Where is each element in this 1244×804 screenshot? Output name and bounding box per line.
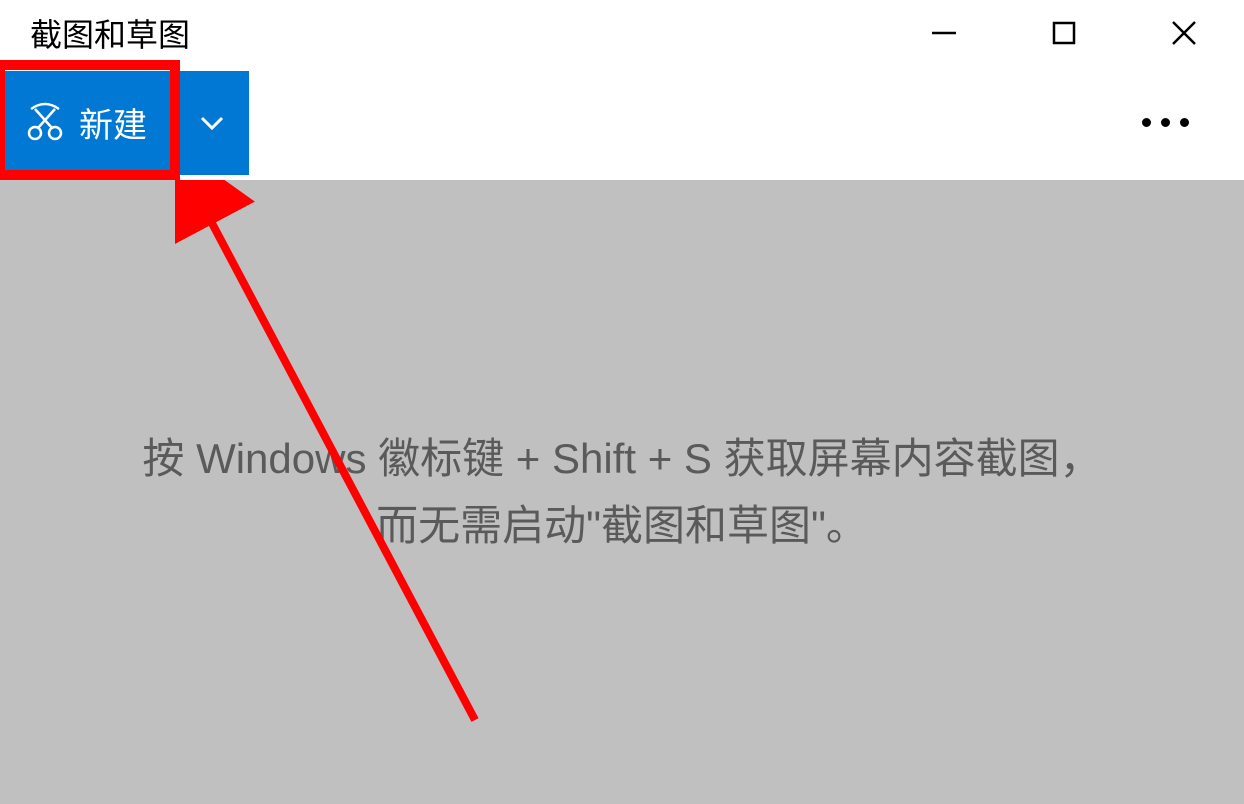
hint-line-1: 按 Windows 徽标键 + Shift + S 获取屏幕内容截图， — [142, 425, 1101, 492]
new-dropdown-button[interactable] — [174, 71, 249, 175]
window-controls — [884, 0, 1244, 65]
toolbar: 新建 — [0, 65, 1244, 180]
close-icon — [1168, 17, 1200, 49]
maximize-icon — [1048, 17, 1080, 49]
hint-line-2: 而无需启动"截图和草图"。 — [142, 492, 1101, 559]
scissors-icon — [23, 101, 67, 145]
hint-text: 按 Windows 徽标键 + Shift + S 获取屏幕内容截图， 而无需启… — [82, 425, 1161, 559]
more-dot-icon — [1161, 118, 1170, 127]
minimize-icon — [928, 17, 960, 49]
new-button[interactable]: 新建 — [0, 71, 170, 175]
maximize-button[interactable] — [1004, 0, 1124, 65]
chevron-down-icon — [194, 105, 230, 141]
content-area: 按 Windows 徽标键 + Shift + S 获取屏幕内容截图， 而无需启… — [0, 180, 1244, 804]
new-button-label: 新建 — [79, 98, 147, 147]
more-button[interactable] — [1127, 103, 1204, 142]
title-bar: 截图和草图 — [0, 0, 1244, 65]
more-dot-icon — [1180, 118, 1189, 127]
toolbar-left: 新建 — [0, 65, 249, 180]
more-dot-icon — [1142, 118, 1151, 127]
minimize-button[interactable] — [884, 0, 1004, 65]
window-title: 截图和草图 — [30, 10, 190, 56]
close-button[interactable] — [1124, 0, 1244, 65]
